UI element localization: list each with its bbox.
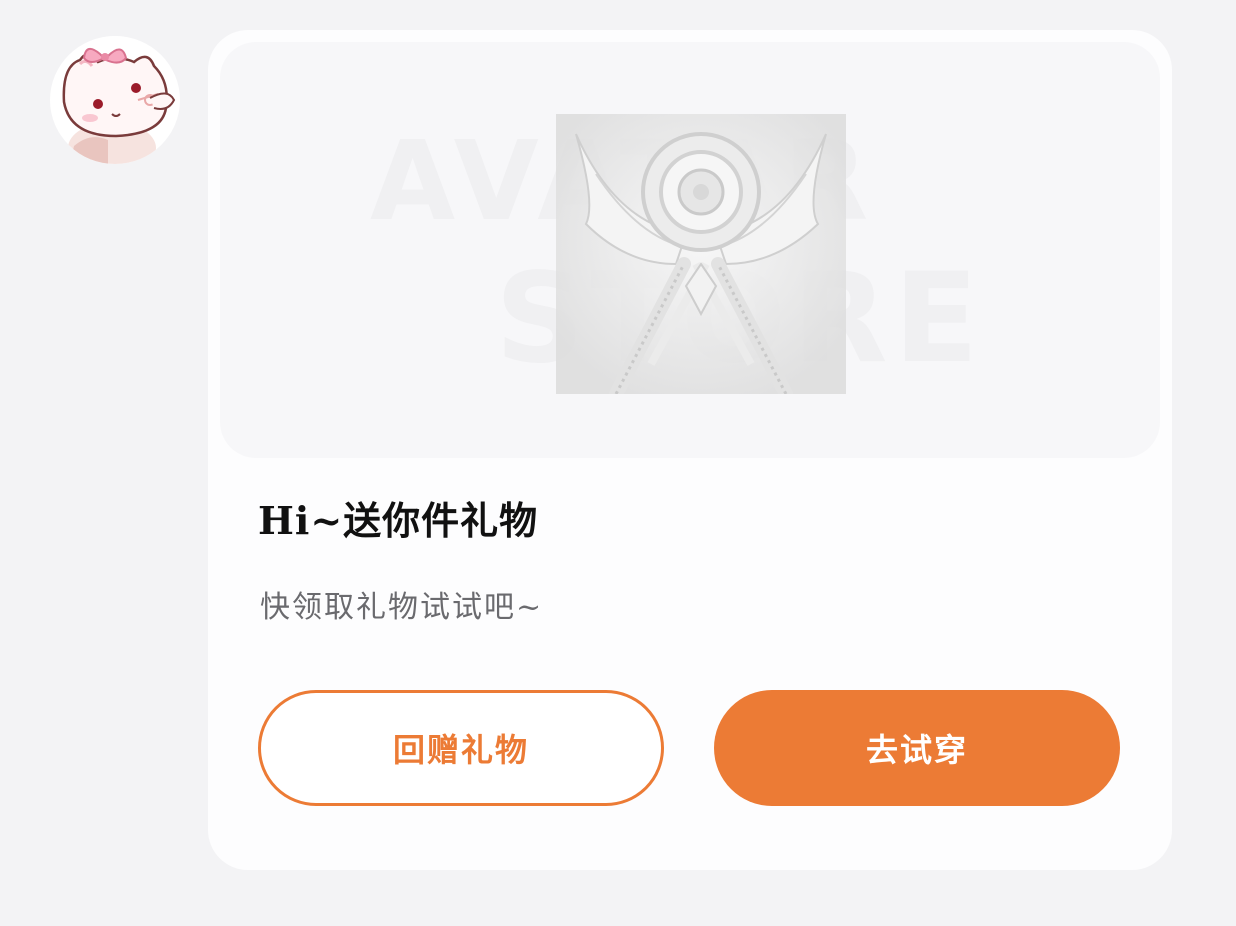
gift-preview-banner[interactable]: AVATAR STORE xyxy=(220,42,1160,458)
winged-emblem-icon xyxy=(556,114,846,394)
return-gift-button[interactable]: 回赠礼物 xyxy=(258,690,664,806)
sender-avatar[interactable] xyxy=(50,36,180,164)
gift-message-card: AVATAR STORE xyxy=(208,30,1172,870)
kitten-avatar-icon xyxy=(51,36,179,164)
gift-subtitle: 快领取礼物试试吧~ xyxy=(260,590,544,625)
try-on-button[interactable]: 去试穿 xyxy=(714,690,1120,806)
gift-title: Hi~送你件礼物 xyxy=(258,498,539,543)
